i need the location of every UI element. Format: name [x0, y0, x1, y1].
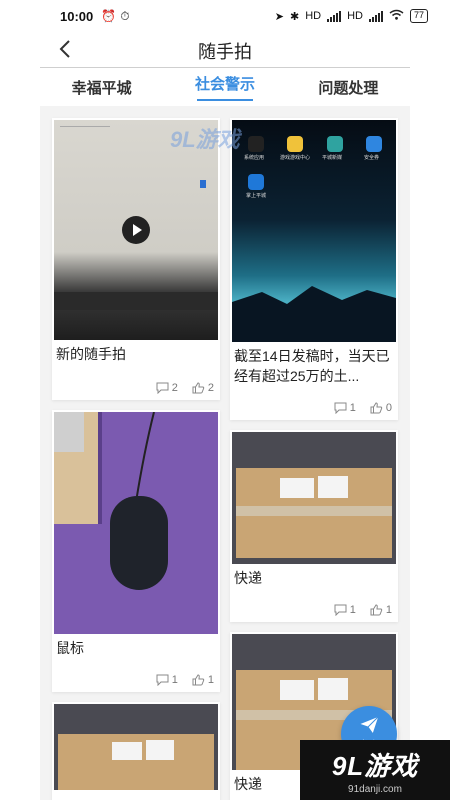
post-card[interactable]: 鼠标 1 1: [52, 410, 220, 692]
parcel-label: [318, 678, 348, 700]
comment-stat[interactable]: 2: [156, 382, 178, 394]
tab-wenti-chuli[interactable]: 问题处理: [287, 68, 410, 106]
parcel-tape: [236, 506, 392, 516]
page-title: 随手拍: [198, 42, 252, 62]
app-icon-security: [366, 136, 382, 152]
tab-label: 社会警示: [194, 76, 255, 93]
parcel-label: [280, 680, 314, 700]
post-card[interactable]: [52, 702, 220, 800]
status-bar: 10:00 ⏰ ⏱ ➤ ✱ HD HD 77: [0, 0, 450, 32]
parcel-label: [146, 740, 174, 760]
game-controller-icon: [287, 136, 303, 152]
post-stats: 1 1: [156, 674, 214, 686]
bluetooth-icon: ✱: [289, 10, 300, 23]
parcel-label: [318, 476, 348, 498]
comment-stat[interactable]: 1: [334, 604, 356, 616]
play-button[interactable]: [122, 216, 150, 244]
status-left-icons: ⏰ ⏱: [101, 9, 129, 24]
post-card[interactable]: 新的随手拍 2 2: [52, 118, 220, 400]
comment-icon: [156, 674, 169, 686]
watermark-corner: 9L游戏 91danji.com: [300, 740, 450, 800]
app-label: 游戏游戏中心: [280, 155, 311, 161]
post-thumbnail-parcel: [232, 432, 396, 564]
monitor-bezel: [54, 292, 218, 310]
status-right: ➤ ✱ HD HD 77: [275, 9, 428, 23]
like-count: 0: [385, 402, 392, 414]
post-stats: 1 0: [334, 402, 392, 414]
like-stat[interactable]: 1: [192, 674, 214, 686]
comment-icon: [156, 382, 169, 394]
post-title: 新的随手拍: [56, 346, 126, 362]
nav-bar: 随手拍: [40, 32, 410, 68]
post-card[interactable]: 系统应用 游戏游戏中心 平城新媒 安全券 掌上平城 截至14日发稿时，当天已经有…: [230, 118, 398, 420]
mountain-silhouette: [232, 286, 396, 342]
like-count: 1: [385, 604, 392, 616]
comment-icon: [334, 402, 347, 414]
signal-bars-icon-1: [327, 10, 342, 22]
post-stats: 1 1: [334, 604, 392, 616]
thumbs-up-icon: [370, 402, 383, 414]
like-count: 2: [207, 382, 214, 394]
tab-bar: 幸福平城 社会警示 问题处理: [40, 68, 410, 106]
tab-label: 幸福平城: [71, 79, 132, 97]
post-title: 截至14日发稿时，当天已经有超过25万的土...: [234, 348, 390, 384]
app-label: 安全券: [364, 155, 380, 161]
app-label: 平城新媒: [322, 155, 343, 161]
thumbs-up-icon: [370, 604, 383, 616]
comment-count: 1: [349, 402, 356, 414]
watermark-logo: 9L游戏: [331, 750, 419, 781]
active-tab-indicator: [196, 99, 253, 101]
comment-count: 1: [171, 674, 178, 686]
post-title: 鼠标: [56, 640, 84, 656]
alarm-clock-icon: ⏱: [120, 8, 130, 23]
watermark-domain: 91danji.com: [348, 783, 402, 795]
signal-bars-icon-2: [368, 10, 383, 22]
watermark-logo: 9L游戏: [170, 127, 240, 152]
signal-hd-icon-1: HD: [305, 10, 322, 22]
app-icon-news: [327, 136, 343, 152]
app-icon-pingcheng: [248, 174, 264, 190]
post-stats: 2 2: [156, 382, 214, 394]
paper-plane-icon: [358, 715, 380, 735]
parcel-label: [280, 478, 314, 498]
tab-label: 问题处理: [318, 79, 379, 97]
thumbs-up-icon: [192, 382, 205, 394]
screen-text-lines: [60, 126, 110, 160]
status-time: 10:00: [60, 8, 94, 24]
comment-icon: [334, 604, 347, 616]
comment-stat[interactable]: 1: [156, 674, 178, 686]
post-thumbnail-parcel: [54, 704, 218, 790]
screen-blue-mark: [200, 180, 206, 188]
app-label: 掌上平城: [246, 193, 267, 199]
comment-count: 1: [349, 604, 356, 616]
post-grid: 新的随手拍 2 2 系统应用 游戏游戏中心 平城新媒 安全券 掌上平城 截至14…: [40, 106, 410, 800]
wifi-icon: [389, 9, 404, 23]
app-icon-system: [248, 136, 264, 152]
like-stat[interactable]: 2: [192, 382, 214, 394]
post-title: 快递: [234, 570, 262, 586]
like-stat[interactable]: 1: [370, 604, 392, 616]
alarm-off-icon: ⏰: [101, 8, 117, 23]
location-icon: ➤: [274, 10, 284, 23]
like-count: 1: [207, 674, 214, 686]
thumbs-up-icon: [192, 674, 205, 686]
like-stat[interactable]: 0: [370, 402, 392, 414]
parcel-label: [112, 742, 142, 760]
comment-count: 2: [171, 382, 178, 394]
post-thumbnail-phone: 系统应用 游戏游戏中心 平城新媒 安全券 掌上平城: [232, 120, 396, 342]
computer-mouse: [110, 496, 168, 590]
battery-icon: 77: [409, 9, 428, 23]
app-label: 系统应用: [244, 155, 265, 161]
tab-shehui-jingshi[interactable]: 社会警示: [163, 68, 286, 106]
tab-xingfu-pingcheng[interactable]: 幸福平城: [40, 68, 163, 106]
post-card[interactable]: 快递 1 1: [230, 430, 398, 622]
post-thumbnail-mouse: [54, 412, 218, 634]
signal-hd-icon-2: HD: [347, 10, 363, 22]
comment-stat[interactable]: 1: [334, 402, 356, 414]
